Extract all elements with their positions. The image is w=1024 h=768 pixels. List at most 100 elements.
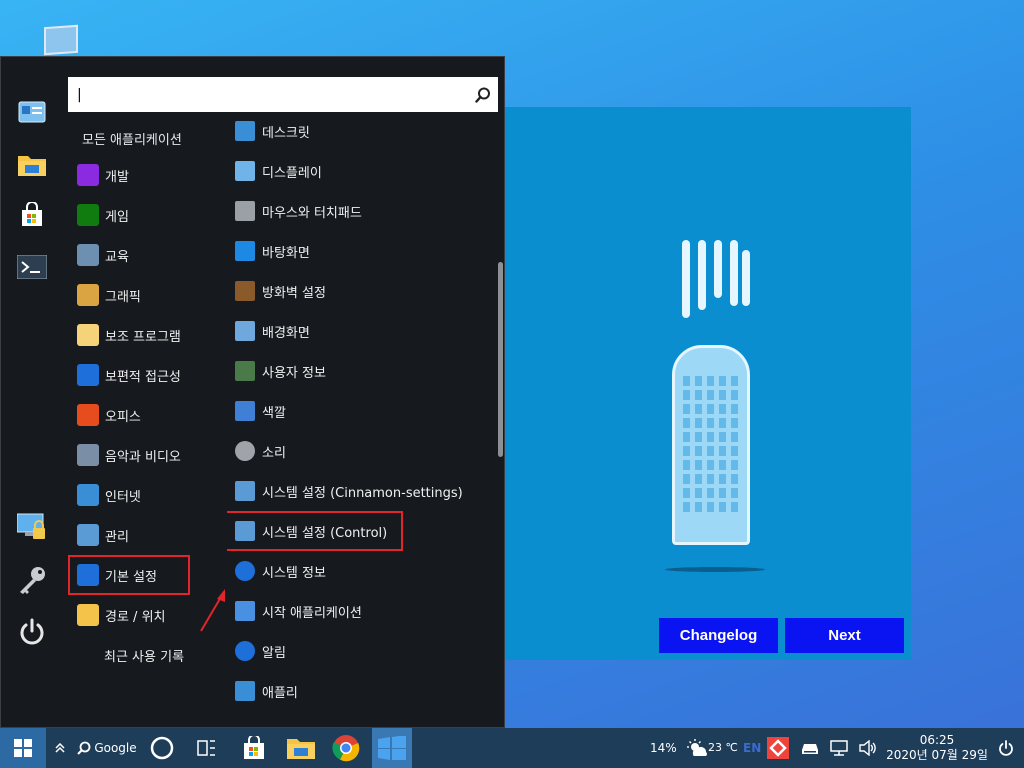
category-item[interactable]: 기본 설정: [68, 555, 190, 595]
control-panel-shortcut-icon[interactable]: [16, 97, 48, 127]
app-item[interactable]: 소리: [227, 431, 497, 471]
language-indicator[interactable]: EN: [743, 741, 761, 755]
file-manager-icon[interactable]: [16, 150, 48, 180]
search-icon[interactable]: [468, 87, 498, 103]
category-item[interactable]: 관리: [71, 515, 221, 555]
category-label: 오피스: [105, 409, 141, 425]
app-item[interactable]: 시스템 정보: [227, 551, 497, 591]
app-item[interactable]: 시스템 설정 (Control): [227, 511, 403, 551]
google-search-button[interactable]: Google: [76, 728, 138, 768]
lock-screen-icon[interactable]: [16, 512, 48, 542]
all-applications-header[interactable]: 모든 애플리케이션: [82, 129, 182, 148]
computer-desktop-icon[interactable]: [44, 24, 78, 56]
clock-time: 06:25: [919, 733, 955, 747]
category-label: 게임: [105, 209, 129, 225]
search-input[interactable]: [68, 77, 468, 112]
app-item[interactable]: 바탕화면: [227, 231, 497, 271]
anydesk-icon[interactable]: [766, 728, 790, 768]
color-icon: [235, 401, 255, 421]
xbox-icon: [77, 204, 99, 226]
app-label: 애플리: [262, 685, 298, 701]
firewall-icon: [235, 281, 255, 301]
app-item[interactable]: 디스플레이: [227, 151, 497, 191]
media-icon: [77, 444, 99, 466]
start-menu: 모든 애플리케이션 개발게임교육그래픽보조 프로그램보편적 접근성오피스음악과 …: [0, 56, 505, 728]
education-icon: [77, 244, 99, 266]
category-label: 경로 / 위치: [105, 609, 166, 625]
next-button[interactable]: Next: [785, 618, 904, 653]
palette-icon: [77, 284, 99, 306]
start-button[interactable]: [0, 728, 46, 768]
category-item[interactable]: 오피스: [71, 395, 221, 435]
apps-icon: [235, 681, 255, 701]
app-list-scrollbar[interactable]: [498, 262, 503, 457]
category-item[interactable]: 게임: [71, 195, 221, 235]
search-icon: [77, 741, 91, 755]
category-item[interactable]: 보편적 접근성: [71, 355, 221, 395]
category-item[interactable]: 그래픽: [71, 275, 221, 315]
display-icon: [235, 161, 255, 181]
building-graphic: [672, 345, 750, 545]
app-label: 데스크릿: [262, 125, 310, 141]
temperature-label: 23 ℃: [708, 741, 738, 754]
app-item[interactable]: 사용자 정보: [227, 351, 497, 391]
clock-date: 2020년 07월 29일: [886, 748, 988, 762]
terminal-icon[interactable]: [16, 252, 48, 282]
file-manager-taskbar-icon[interactable]: [282, 728, 320, 768]
category-label: 기본 설정: [105, 569, 157, 585]
volume-icon[interactable]: [857, 728, 879, 768]
category-item[interactable]: 보조 프로그램: [71, 315, 221, 355]
task-view-icon[interactable]: [190, 728, 222, 768]
app-item[interactable]: 데스크릿: [227, 111, 497, 151]
app-label: 배경화면: [262, 325, 310, 341]
gear-icon: [77, 564, 99, 586]
app-item[interactable]: 마우스와 터치패드: [227, 191, 497, 231]
app-item[interactable]: 알림: [227, 631, 497, 671]
category-label: 그래픽: [105, 289, 141, 305]
store-taskbar-icon[interactable]: [236, 728, 272, 768]
folder-notes-icon: [77, 324, 99, 346]
store-icon[interactable]: [16, 200, 48, 230]
signal-bars-graphic: [680, 240, 750, 320]
power-tray-icon[interactable]: [996, 728, 1016, 768]
category-item[interactable]: 교육: [71, 235, 221, 275]
office-icon: [77, 404, 99, 426]
battery-status[interactable]: 14%: [650, 741, 677, 755]
drive-icon[interactable]: [800, 728, 820, 768]
startup-icon: [235, 601, 255, 621]
key-icon[interactable]: [16, 565, 48, 595]
app-item[interactable]: 시작 애플리케이션: [227, 591, 497, 631]
changelog-button[interactable]: Changelog: [659, 618, 778, 653]
app-item[interactable]: 색깔: [227, 391, 497, 431]
clock[interactable]: 06:25 2020년 07월 29일: [884, 733, 990, 763]
chrome-icon[interactable]: [327, 728, 365, 768]
desktop-icon: [235, 241, 255, 261]
app-label: 사용자 정보: [262, 365, 326, 381]
mouse-icon: [235, 201, 255, 221]
cortana-icon[interactable]: [146, 728, 178, 768]
chevron-up-icon[interactable]: [50, 728, 70, 768]
welcome-app-taskbar-icon[interactable]: [372, 728, 412, 768]
category-item[interactable]: 개발: [71, 155, 221, 195]
building-shadow: [665, 567, 765, 572]
app-label: 소리: [262, 445, 286, 461]
power-icon[interactable]: [16, 617, 48, 647]
category-item[interactable]: 최근 사용 기록: [71, 635, 221, 675]
search-box[interactable]: [68, 77, 498, 112]
folder-icon: [77, 604, 99, 626]
app-item[interactable]: 시스템 설정 (Cinnamon-settings): [227, 471, 497, 511]
category-item[interactable]: 인터넷: [71, 475, 221, 515]
help-icon: [235, 561, 255, 581]
category-label: 음악과 비디오: [105, 449, 181, 465]
app-item[interactable]: 애플리: [227, 671, 497, 711]
category-item[interactable]: 음악과 비디오: [71, 435, 221, 475]
category-label: 개발: [105, 169, 129, 185]
network-icon[interactable]: [828, 728, 850, 768]
app-item[interactable]: 배경화면: [227, 311, 497, 351]
app-item[interactable]: 방화벽 설정: [227, 271, 497, 311]
taskbar: Google 14% 23 ℃ EN 06:25 2020년 07월 29일: [0, 728, 1024, 768]
weather-icon[interactable]: [686, 728, 708, 768]
control-panel-icon: [77, 524, 99, 546]
windows-logo-icon: [14, 739, 32, 757]
annotation-arrow: [200, 589, 225, 632]
